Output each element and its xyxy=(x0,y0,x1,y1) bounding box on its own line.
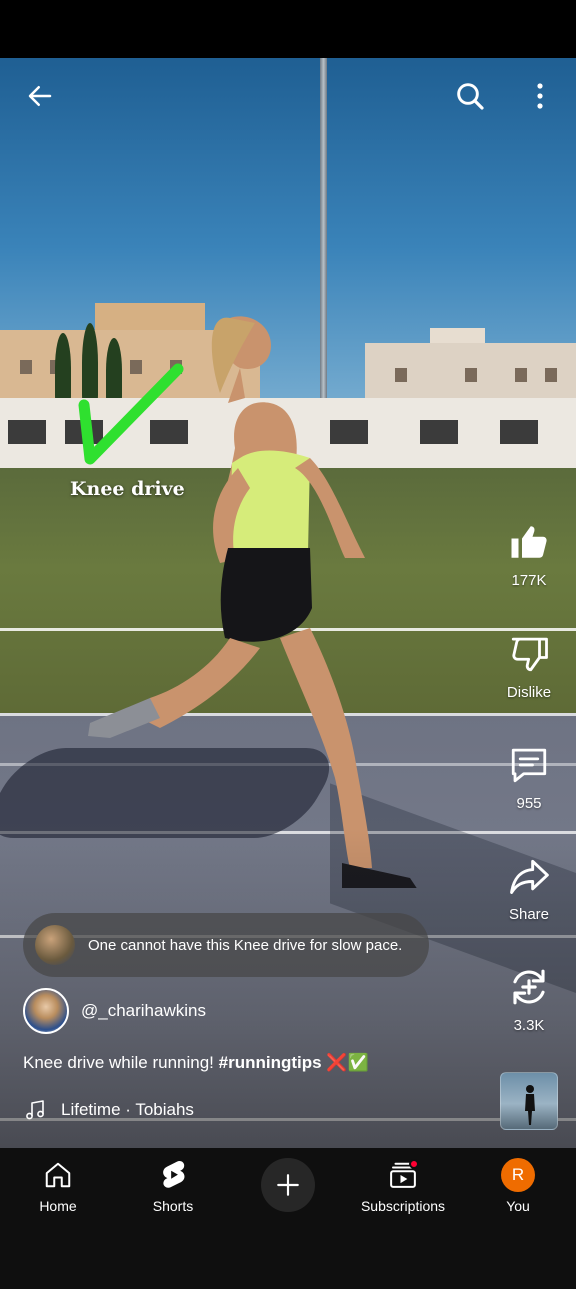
plus-icon xyxy=(277,1174,299,1196)
arrow-left-icon xyxy=(28,86,52,106)
video-hashtag[interactable]: #runningtips xyxy=(219,1053,322,1072)
video-title-emoji: ❌✅ xyxy=(321,1053,369,1072)
nav-you-label: You xyxy=(506,1198,530,1214)
top-comment-preview[interactable]: One cannot have this Knee drive for slow… xyxy=(23,913,429,977)
channel-handle[interactable]: @_charihawkins xyxy=(81,1001,206,1021)
shorts-icon xyxy=(156,1158,190,1192)
back-button[interactable] xyxy=(20,76,60,116)
like-count: 177K xyxy=(511,572,547,589)
top-comment-text: One cannot have this Knee drive for slow… xyxy=(88,936,403,954)
nav-subscriptions[interactable]: Subscriptions xyxy=(348,1158,458,1214)
channel-avatar[interactable] xyxy=(23,988,69,1034)
notification-dot xyxy=(409,1159,419,1169)
commenter-avatar xyxy=(35,925,75,965)
create-button[interactable] xyxy=(261,1158,315,1212)
remix-count: 3.3K xyxy=(513,1017,545,1034)
status-bar xyxy=(0,0,576,58)
dislike-label: Dislike xyxy=(506,684,552,701)
nav-shorts[interactable]: Shorts xyxy=(118,1158,228,1214)
share-label: Share xyxy=(508,906,550,923)
video-title-text: Knee drive while running! xyxy=(23,1053,219,1072)
you-avatar-initial: R xyxy=(501,1158,535,1192)
nav-subscriptions-label: Subscriptions xyxy=(360,1198,446,1214)
music-track: Lifetime · Tobiahs xyxy=(61,1100,194,1119)
comment-count: 955 xyxy=(516,795,542,812)
green-checkmark-graphic xyxy=(78,363,184,465)
search-button[interactable] xyxy=(450,76,490,116)
nav-home[interactable]: Home xyxy=(3,1158,113,1214)
nav-shorts-label: Shorts xyxy=(152,1198,194,1214)
more-options-button[interactable] xyxy=(520,76,560,116)
search-icon xyxy=(457,83,484,110)
video-overlay-caption: Knee drive xyxy=(70,478,185,500)
comment-icon xyxy=(507,743,551,787)
channel-row[interactable]: @_charihawkins xyxy=(23,988,206,1034)
share-icon xyxy=(507,854,551,898)
you-avatar: R xyxy=(501,1158,535,1192)
dislike-button[interactable]: Dislike xyxy=(484,632,574,701)
like-button[interactable]: 177K xyxy=(484,520,574,589)
music-thumbnail[interactable] xyxy=(500,1072,558,1130)
video-title[interactable]: Knee drive while running! #runningtips ❌… xyxy=(23,1053,369,1073)
home-icon xyxy=(41,1158,75,1192)
remix-icon xyxy=(507,965,551,1009)
remix-button[interactable]: 3.3K xyxy=(484,965,574,1034)
nav-you[interactable]: R You xyxy=(463,1158,573,1214)
thumbs-up-icon xyxy=(507,520,551,564)
music-thumbnail-figure xyxy=(525,1085,535,1125)
share-button[interactable]: Share xyxy=(484,854,574,923)
more-vertical-icon xyxy=(537,83,543,109)
subscriptions-icon xyxy=(386,1158,420,1192)
music-row[interactable]: Lifetime · Tobiahs xyxy=(23,1098,194,1122)
video-tree xyxy=(55,333,71,403)
thumbs-down-icon xyxy=(507,632,551,676)
music-note-icon xyxy=(26,1100,44,1120)
nav-home-label: Home xyxy=(39,1198,77,1214)
bottom-navigation: Home Shorts Subscriptions R You xyxy=(0,1148,576,1289)
comments-button[interactable]: 955 xyxy=(484,743,574,812)
